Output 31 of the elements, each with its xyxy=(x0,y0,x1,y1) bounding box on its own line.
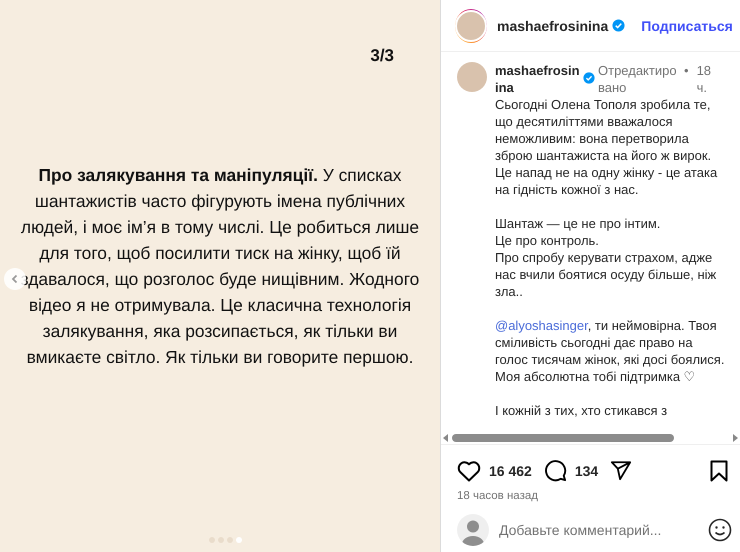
caption-text: І кожній з тих, хто стикався з xyxy=(495,402,668,419)
like-icon[interactable] xyxy=(457,460,481,482)
share-icon[interactable] xyxy=(610,460,632,481)
caption-text: Шантаж — це не про інтим. xyxy=(495,215,662,232)
user-avatar-icon xyxy=(457,514,489,546)
like-count[interactable]: 16 462 xyxy=(489,462,532,478)
scroll-right-icon[interactable] xyxy=(732,434,738,442)
slide-text: Про залякування та маніпуляції. У списках шантажистів часто фігурують імена публічних людей, і моє ім’я в тому числі. Це робиться лише для того, щоб посилити тиск на жінку, щоб їй здавалося, що розголос буде нищівним. Жодного відео я не отримувала. Це класична технологія залякування, яка розсипається, як тільки ви вмикаєте світло. Як тільки ви говорите першою. xyxy=(20,164,420,369)
username[interactable]: mashaefrosinina xyxy=(497,18,608,34)
caption-text: @alyoshasinger, ти неймовірна. Твоя сміливість сьогодні дає право на голос тисячам жінок, які досі боялися. Моя абсолютна тобі підтримка ♡ xyxy=(495,317,726,385)
comment-count[interactable]: 134 xyxy=(574,462,598,478)
scroll-left-icon[interactable] xyxy=(443,434,449,442)
caption-text: Це про контроль. xyxy=(495,232,600,249)
mention-link[interactable]: @alyoshasinger xyxy=(495,318,588,333)
page-counter: 3/3 xyxy=(370,46,394,66)
caption-text: Про спробу керувати страхом, адже нас вчили боятися осуду більше, ніж зла.. xyxy=(495,249,718,300)
edited-label: Отредактировано xyxy=(598,62,678,96)
caption-text: Сьогодні Олена Тополя зробила те, що десятиліттями вважалося неможливим: вона перетворила зброю шантажиста на його ж вирок. Це напад не на одну жінку - це атака на гідність кожної з нас. xyxy=(495,96,718,198)
username[interactable]: mashaefrosinina xyxy=(495,62,583,96)
comment-icon[interactable] xyxy=(544,459,567,482)
carousel-dot[interactable] xyxy=(236,537,242,543)
avatar[interactable] xyxy=(457,62,487,92)
separator-dot: • xyxy=(684,62,689,79)
emoji-icon[interactable] xyxy=(708,518,732,542)
follow-button[interactable]: Подписаться xyxy=(641,18,733,34)
avatar[interactable] xyxy=(455,8,487,42)
scrollbar[interactable] xyxy=(441,432,740,445)
time-ago: 18 часов назад xyxy=(456,489,539,502)
bookmark-icon[interactable] xyxy=(710,460,728,482)
chevron-left-icon xyxy=(10,274,20,284)
post-time[interactable]: 18 ч. xyxy=(696,62,715,96)
